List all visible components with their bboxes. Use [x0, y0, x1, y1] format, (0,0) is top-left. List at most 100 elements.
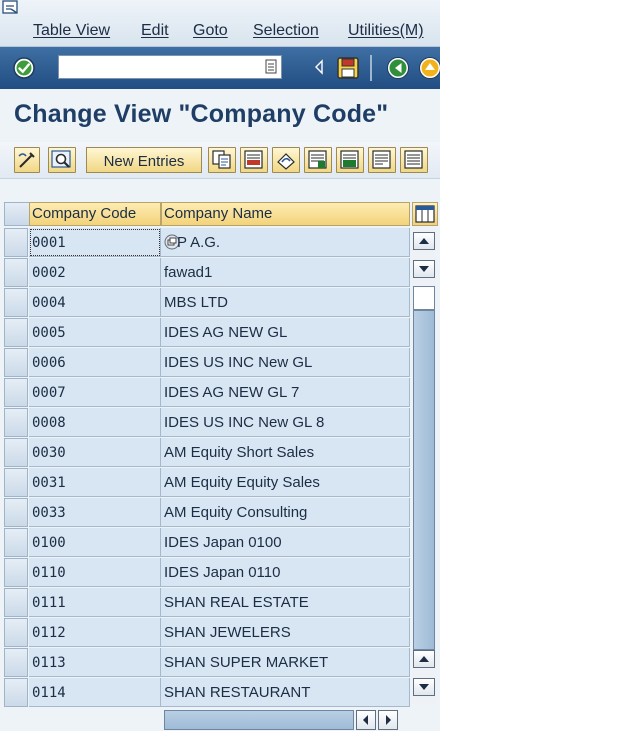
menu-edit[interactable]: Edit	[141, 22, 169, 40]
table-row[interactable]: 0110 IDES Japan 0110	[0, 558, 410, 588]
company-name-cell[interactable]: MBS LTD	[161, 288, 410, 317]
company-code-cell[interactable]: 0114	[29, 678, 161, 707]
company-name-cell[interactable]: P A.G.	[161, 228, 410, 257]
company-name-cell[interactable]: AM Equity Equity Sales	[161, 468, 410, 497]
row-selector[interactable]	[4, 558, 28, 587]
row-selector[interactable]	[4, 528, 28, 557]
table-row[interactable]: 0005 IDES AG NEW GL	[0, 318, 410, 348]
company-name-cell[interactable]: SHAN JEWELERS	[161, 618, 410, 647]
company-name-cell[interactable]: IDES Japan 0100	[161, 528, 410, 557]
table-row[interactable]: 0114 SHAN RESTAURANT	[0, 678, 410, 708]
more-button[interactable]	[400, 147, 428, 173]
table-row[interactable]: 0033 AM Equity Consulting	[0, 498, 410, 528]
company-code-cell[interactable]: 0111	[29, 588, 161, 617]
column-configuration-button[interactable]	[412, 202, 438, 226]
company-code-cell[interactable]: 0007	[29, 378, 161, 407]
table-row[interactable]: 0001 P A.G.	[0, 228, 410, 258]
company-code-cell[interactable]: 0113	[29, 648, 161, 677]
select-block-button[interactable]	[336, 147, 364, 173]
company-code-cell[interactable]: 0002	[29, 258, 161, 287]
company-name-cell[interactable]: SHAN RESTAURANT	[161, 678, 410, 707]
row-selector[interactable]	[4, 618, 28, 647]
company-name-cell[interactable]: AM Equity Short Sales	[161, 438, 410, 467]
table-row[interactable]: 0004 MBS LTD	[0, 288, 410, 318]
company-name-cell[interactable]: IDES AG NEW GL	[161, 318, 410, 347]
company-code-cell[interactable]: 0100	[29, 528, 161, 557]
deselect-all-button[interactable]	[368, 147, 396, 173]
select-all-button[interactable]	[304, 147, 332, 173]
row-selector[interactable]	[4, 378, 28, 407]
delete-button[interactable]	[240, 147, 268, 173]
company-code-cell[interactable]: 0008	[29, 408, 161, 437]
scroll-up-button[interactable]	[413, 232, 435, 250]
table-row[interactable]: 0112 SHAN JEWELERS	[0, 618, 410, 648]
display-change-button[interactable]	[14, 147, 40, 173]
scroll-left-button[interactable]	[356, 710, 376, 730]
save-icon[interactable]	[336, 56, 360, 80]
page-up-button[interactable]	[413, 650, 435, 668]
company-code-cell[interactable]: 0112	[29, 618, 161, 647]
row-selector[interactable]	[4, 648, 28, 677]
row-selector[interactable]	[4, 318, 28, 347]
collapse-arrow-icon[interactable]	[314, 59, 324, 75]
row-selector[interactable]	[4, 348, 28, 377]
company-code-cell[interactable]: 0001	[29, 228, 161, 257]
company-name-cell[interactable]: IDES US INC New GL 8	[161, 408, 410, 437]
table-row[interactable]: 0008 IDES US INC New GL 8	[0, 408, 410, 438]
column-header-company-code[interactable]: Company Code	[29, 202, 161, 226]
horizontal-scrollbar[interactable]	[164, 710, 410, 730]
exit-icon[interactable]	[418, 56, 440, 80]
row-selector[interactable]	[4, 468, 28, 497]
enter-icon[interactable]	[12, 56, 36, 80]
row-selector[interactable]	[4, 588, 28, 617]
company-name-cell[interactable]: AM Equity Consulting	[161, 498, 410, 527]
horizontal-scroll-thumb[interactable]	[164, 710, 354, 730]
copy-button[interactable]	[208, 147, 236, 173]
command-field[interactable]	[58, 55, 282, 79]
back-icon[interactable]	[386, 56, 410, 80]
details-button[interactable]	[48, 147, 76, 173]
company-code-cell[interactable]: 0033	[29, 498, 161, 527]
row-selector[interactable]	[4, 438, 28, 467]
row-selector[interactable]	[4, 288, 28, 317]
table-row[interactable]: 0030 AM Equity Short Sales	[0, 438, 410, 468]
row-selector[interactable]	[4, 498, 28, 527]
menu-goto[interactable]: Goto	[193, 22, 228, 40]
menu-table-view[interactable]: Table View	[33, 22, 110, 40]
company-name-cell[interactable]: IDES AG NEW GL 7	[161, 378, 410, 407]
company-code-cell[interactable]: 0110	[29, 558, 161, 587]
company-code-cell[interactable]: 0030	[29, 438, 161, 467]
system-menu-icon[interactable]	[2, 0, 20, 16]
company-name-cell[interactable]: IDES US INC New GL	[161, 348, 410, 377]
table-row[interactable]: 0006 IDES US INC New GL	[0, 348, 410, 378]
table-row[interactable]: 0007 IDES AG NEW GL 7	[0, 378, 410, 408]
company-code-cell[interactable]: 0005	[29, 318, 161, 347]
undo-button[interactable]	[272, 147, 300, 173]
row-selector[interactable]	[4, 678, 28, 707]
row-selector[interactable]	[4, 228, 28, 257]
history-dropdown-icon[interactable]	[264, 59, 278, 75]
select-all-rows-button[interactable]	[4, 202, 30, 226]
menu-selection[interactable]: Selection	[253, 22, 319, 40]
menu-utilities[interactable]: Utilities(M)	[348, 22, 424, 40]
company-code-cell[interactable]: 0006	[29, 348, 161, 377]
scroll-down-button[interactable]	[413, 260, 435, 278]
company-code-cell[interactable]: 0031	[29, 468, 161, 497]
row-selector[interactable]	[4, 258, 28, 287]
new-entries-button[interactable]: New Entries	[86, 147, 202, 173]
vertical-scrollbar[interactable]	[412, 228, 436, 704]
company-name-cell[interactable]: IDES Japan 0110	[161, 558, 410, 587]
table-row[interactable]: 0031 AM Equity Equity Sales	[0, 468, 410, 498]
scroll-thumb[interactable]	[413, 310, 435, 650]
page-down-button[interactable]	[413, 678, 435, 696]
company-name-cell[interactable]: fawad1	[161, 258, 410, 287]
company-name-cell[interactable]: SHAN REAL ESTATE	[161, 588, 410, 617]
scroll-right-button[interactable]	[378, 710, 398, 730]
table-row[interactable]: 0111 SHAN REAL ESTATE	[0, 588, 410, 618]
table-row[interactable]: 0113 SHAN SUPER MARKET	[0, 648, 410, 678]
scroll-track[interactable]	[413, 286, 435, 310]
row-selector[interactable]	[4, 408, 28, 437]
company-name-cell[interactable]: SHAN SUPER MARKET	[161, 648, 410, 677]
column-header-company-name[interactable]: Company Name	[161, 202, 410, 226]
company-code-cell[interactable]: 0004	[29, 288, 161, 317]
